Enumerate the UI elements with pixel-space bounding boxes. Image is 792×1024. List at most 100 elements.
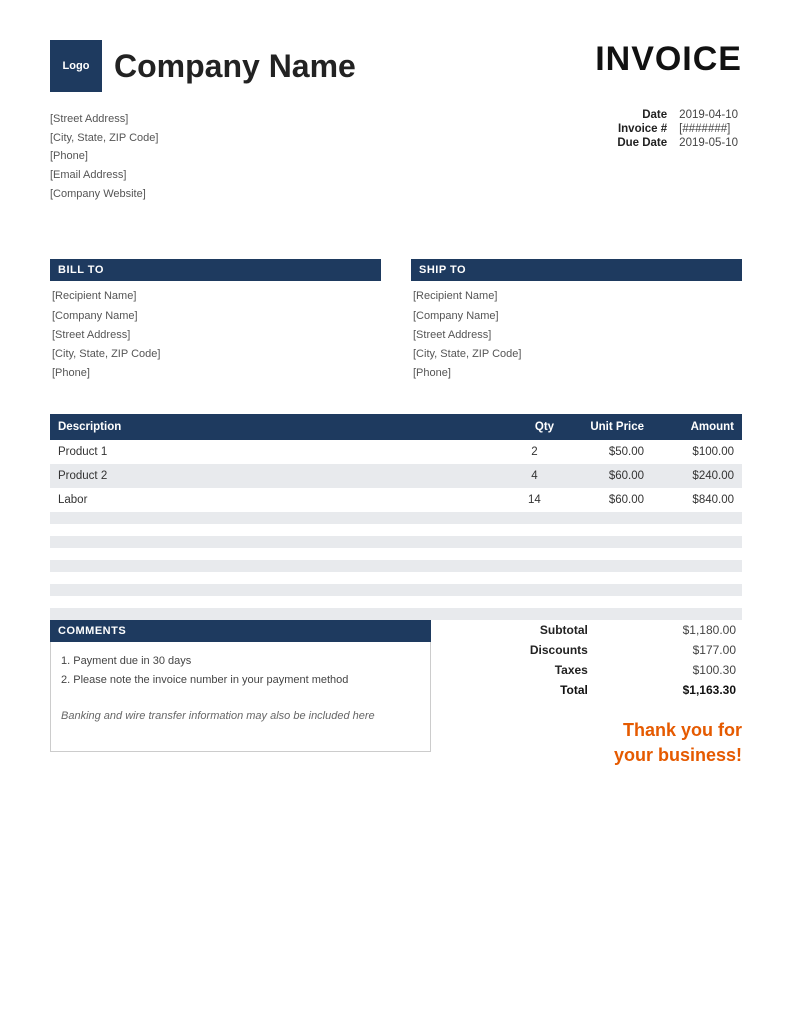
row-qty [507, 584, 562, 596]
table-row [50, 548, 742, 560]
bill-street: [Street Address] [52, 326, 381, 345]
row-amount: $840.00 [652, 488, 742, 512]
banking-info: Banking and wire transfer information ma… [61, 707, 420, 727]
row-description [50, 572, 507, 584]
col-description-header: Description [50, 414, 507, 440]
meta-row: [Street Address] [City, State, ZIP Code]… [50, 110, 742, 231]
table-row: Labor 14 $60.00 $840.00 [50, 488, 742, 512]
total-value: $1,163.30 [602, 680, 742, 700]
total-row: Total $1,163.30 [465, 680, 742, 700]
subtotal-value: $1,180.00 [602, 620, 742, 640]
company-street: [Street Address] [50, 110, 158, 129]
due-date-row: Due Date 2019-05-10 [613, 136, 742, 150]
company-branding: Logo Company Name [50, 40, 356, 92]
row-qty [507, 608, 562, 620]
bottom-section: COMMENTS 1. Payment due in 30 days 2. Pl… [50, 620, 742, 768]
row-description [50, 524, 507, 536]
bill-phone: [Phone] [52, 364, 381, 383]
company-name: Company Name [114, 48, 356, 85]
ship-recipient: [Recipient Name] [413, 287, 742, 306]
discounts-value: $177.00 [602, 640, 742, 660]
row-unit-price [562, 512, 652, 524]
date-value: 2019-04-10 [675, 108, 742, 122]
ship-to-block: SHIP TO [Recipient Name] [Company Name] … [411, 259, 742, 383]
table-row [50, 596, 742, 608]
table-row [50, 524, 742, 536]
ship-to-header: SHIP TO [411, 259, 742, 281]
bill-company: [Company Name] [52, 307, 381, 326]
table-row [50, 560, 742, 572]
row-description [50, 560, 507, 572]
row-description [50, 536, 507, 548]
row-qty [507, 572, 562, 584]
company-email: [Email Address] [50, 166, 158, 185]
row-unit-price [562, 524, 652, 536]
ship-company: [Company Name] [413, 307, 742, 326]
thank-you-message: Thank you for your business! [614, 718, 742, 768]
row-description [50, 512, 507, 524]
company-website: [Company Website] [50, 185, 158, 204]
row-qty [507, 512, 562, 524]
row-description [50, 608, 507, 620]
table-row: Product 2 4 $60.00 $240.00 [50, 464, 742, 488]
col-amount-header: Amount [652, 414, 742, 440]
due-date-label: Due Date [613, 136, 675, 150]
thank-you-line1: Thank you for [623, 720, 742, 740]
row-qty [507, 596, 562, 608]
table-row [50, 608, 742, 620]
row-unit-price [562, 596, 652, 608]
company-info: [Street Address] [City, State, ZIP Code]… [50, 110, 158, 203]
table-row [50, 512, 742, 524]
row-amount [652, 524, 742, 536]
table-row: Product 1 2 $50.00 $100.00 [50, 440, 742, 464]
row-unit-price [562, 548, 652, 560]
bill-to-body: [Recipient Name] [Company Name] [Street … [50, 287, 381, 383]
row-unit-price: $60.00 [562, 464, 652, 488]
company-city: [City, State, ZIP Code] [50, 129, 158, 148]
row-qty [507, 548, 562, 560]
row-description: Product 1 [50, 440, 507, 464]
row-unit-price [562, 572, 652, 584]
row-qty [507, 536, 562, 548]
row-amount [652, 572, 742, 584]
row-qty: 2 [507, 440, 562, 464]
ship-street: [Street Address] [413, 326, 742, 345]
invoice-num-row: Invoice # [#######] [613, 122, 742, 136]
bill-to-block: BILL TO [Recipient Name] [Company Name] … [50, 259, 381, 383]
row-qty: 14 [507, 488, 562, 512]
due-date-value: 2019-05-10 [675, 136, 742, 150]
row-unit-price: $60.00 [562, 488, 652, 512]
total-label: Total [465, 680, 602, 700]
ship-city: [City, State, ZIP Code] [413, 345, 742, 364]
row-amount [652, 596, 742, 608]
invoice-header: Logo Company Name INVOICE [50, 40, 742, 92]
row-amount [652, 512, 742, 524]
comments-body: 1. Payment due in 30 days 2. Please note… [50, 642, 431, 752]
date-table: Date 2019-04-10 Invoice # [#######] Due … [613, 108, 742, 150]
thank-you-line2: your business! [614, 745, 742, 765]
row-amount [652, 548, 742, 560]
ship-phone: [Phone] [413, 364, 742, 383]
bill-to-header: BILL TO [50, 259, 381, 281]
row-amount [652, 560, 742, 572]
company-phone: [Phone] [50, 147, 158, 166]
row-description [50, 584, 507, 596]
table-row [50, 536, 742, 548]
invoice-table: Description Qty Unit Price Amount Produc… [50, 414, 742, 620]
taxes-value: $100.30 [602, 660, 742, 680]
address-section: BILL TO [Recipient Name] [Company Name] … [50, 259, 742, 383]
subtotal-label: Subtotal [465, 620, 602, 640]
comments-block: COMMENTS 1. Payment due in 30 days 2. Pl… [50, 620, 431, 768]
invoice-num-label: Invoice # [613, 122, 675, 136]
subtotal-row: Subtotal $1,180.00 [465, 620, 742, 640]
table-row [50, 584, 742, 596]
invoice-title: INVOICE [595, 40, 742, 79]
row-amount [652, 584, 742, 596]
row-unit-price [562, 536, 652, 548]
invoice-num-value: [#######] [675, 122, 742, 136]
row-unit-price [562, 560, 652, 572]
comment-line2: 2. Please note the invoice number in you… [61, 671, 420, 691]
row-description [50, 548, 507, 560]
date-row: Date 2019-04-10 [613, 108, 742, 122]
bill-city: [City, State, ZIP Code] [52, 345, 381, 364]
